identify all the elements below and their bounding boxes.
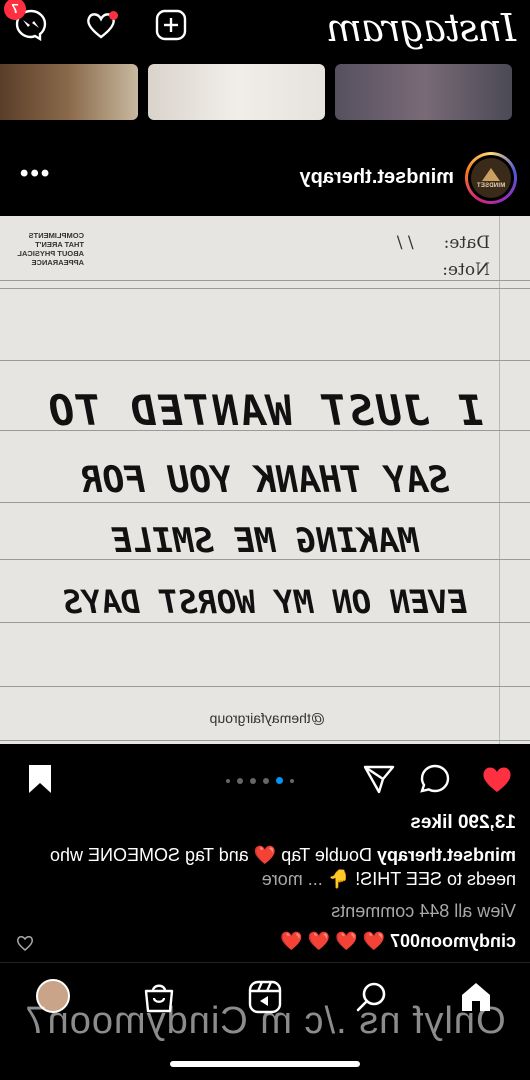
story-thumbnails — [0, 64, 530, 120]
instagram-logo: Instagram — [326, 6, 516, 50]
handwritten-line-4: EVEN ON MY WORST DAYS — [62, 583, 468, 621]
comment-hearts: ❤️ ❤️ ❤️ ❤️ — [280, 931, 385, 951]
comment-username[interactable]: cindymoon007 — [390, 931, 516, 951]
handwritten-line-1: I JUST WANTED TO — [46, 386, 484, 435]
avatar-label: MINDSET — [476, 182, 506, 189]
compliments-heading: COMPLIMENTS THAT AREN'T ABOUT PHYSICAL A… — [14, 231, 84, 267]
handwritten-line-2: SAY THANK YOU FOR — [80, 460, 450, 501]
note-label: Note: — [442, 260, 490, 280]
carousel-indicator — [226, 777, 294, 784]
screen-mirrored: Instagram 7 MINDSET mindset.therapy ••• … — [0, 0, 530, 1080]
comment-like-heart-icon[interactable] — [16, 934, 34, 952]
paper-meta: Date: / / Note: — [397, 230, 490, 284]
date-separators: / / — [396, 233, 414, 253]
top-comment: cindymoon007 ❤️ ❤️ ❤️ ❤️ — [280, 931, 516, 952]
handwritten-line-3: MAKING ME SMILE — [111, 521, 419, 561]
save-bookmark-icon[interactable] — [23, 762, 57, 796]
caption-username[interactable]: mindset.therapy — [377, 845, 516, 865]
carousel-dot — [226, 778, 230, 783]
red-heart-emoji: ❤️ — [253, 845, 277, 865]
compliments-line: THAT AREN'T — [35, 240, 84, 249]
carousel-dot — [250, 777, 256, 784]
activity-dot — [109, 11, 118, 20]
mindset-logo-icon — [482, 167, 500, 181]
post-header: MINDSET mindset.therapy ••• — [0, 150, 530, 206]
thumbnail-2[interactable] — [148, 64, 325, 120]
compliments-line: COMPLIMENTS — [28, 231, 84, 240]
share-send-icon[interactable] — [362, 762, 396, 796]
paper-line — [0, 686, 530, 687]
caption-more-link[interactable]: ... more — [262, 869, 323, 889]
post-actions — [0, 750, 530, 808]
compliments-line: APPEARANCE — [31, 258, 84, 267]
thumbnail-1[interactable] — [335, 64, 512, 120]
likes-count[interactable]: 13,290 likes — [410, 812, 516, 834]
author-avatar[interactable]: MINDSET — [465, 152, 517, 204]
date-label: Date: — [443, 233, 490, 253]
carousel-dot — [290, 778, 294, 783]
pointing-down-emoji: 👇 — [327, 869, 351, 889]
carousel-dot-active — [276, 777, 283, 784]
thumbnail-3[interactable] — [0, 64, 138, 120]
like-heart-icon[interactable] — [480, 762, 514, 796]
messenger-icon[interactable]: 7 — [4, 0, 48, 42]
carousel-dot — [263, 777, 269, 784]
more-options-button[interactable]: ••• — [18, 160, 49, 188]
image-credit: @themayfairgroup — [209, 710, 325, 726]
compliments-line: ABOUT PHYSICAL — [17, 249, 84, 258]
comment-icon[interactable] — [418, 762, 452, 796]
post-image[interactable]: Date: / / Note: COMPLIMENTS THAT AREN'T … — [0, 216, 530, 744]
caption-text-1: Double Tap — [281, 845, 372, 865]
post-caption: mindset.therapy Double Tap ❤️ and Tag SO… — [11, 843, 516, 891]
paper-line — [0, 288, 530, 289]
top-bar: Instagram 7 — [0, 0, 530, 56]
home-indicator[interactable] — [170, 1061, 360, 1067]
top-icons: 7 — [4, 0, 188, 42]
view-all-comments-link[interactable]: View all 844 comments — [331, 901, 516, 922]
paper-line — [0, 502, 530, 503]
paper-line — [0, 740, 530, 741]
overlay-watermark-text: Onlyf ns ./c m Cindymoon7 — [24, 1000, 506, 1042]
new-post-icon[interactable] — [154, 8, 188, 42]
paper-line — [0, 622, 530, 623]
carousel-dot — [237, 777, 243, 784]
paper-line — [0, 360, 530, 361]
author-username[interactable]: mindset.therapy — [300, 166, 454, 189]
activity-heart-icon[interactable] — [84, 8, 118, 42]
